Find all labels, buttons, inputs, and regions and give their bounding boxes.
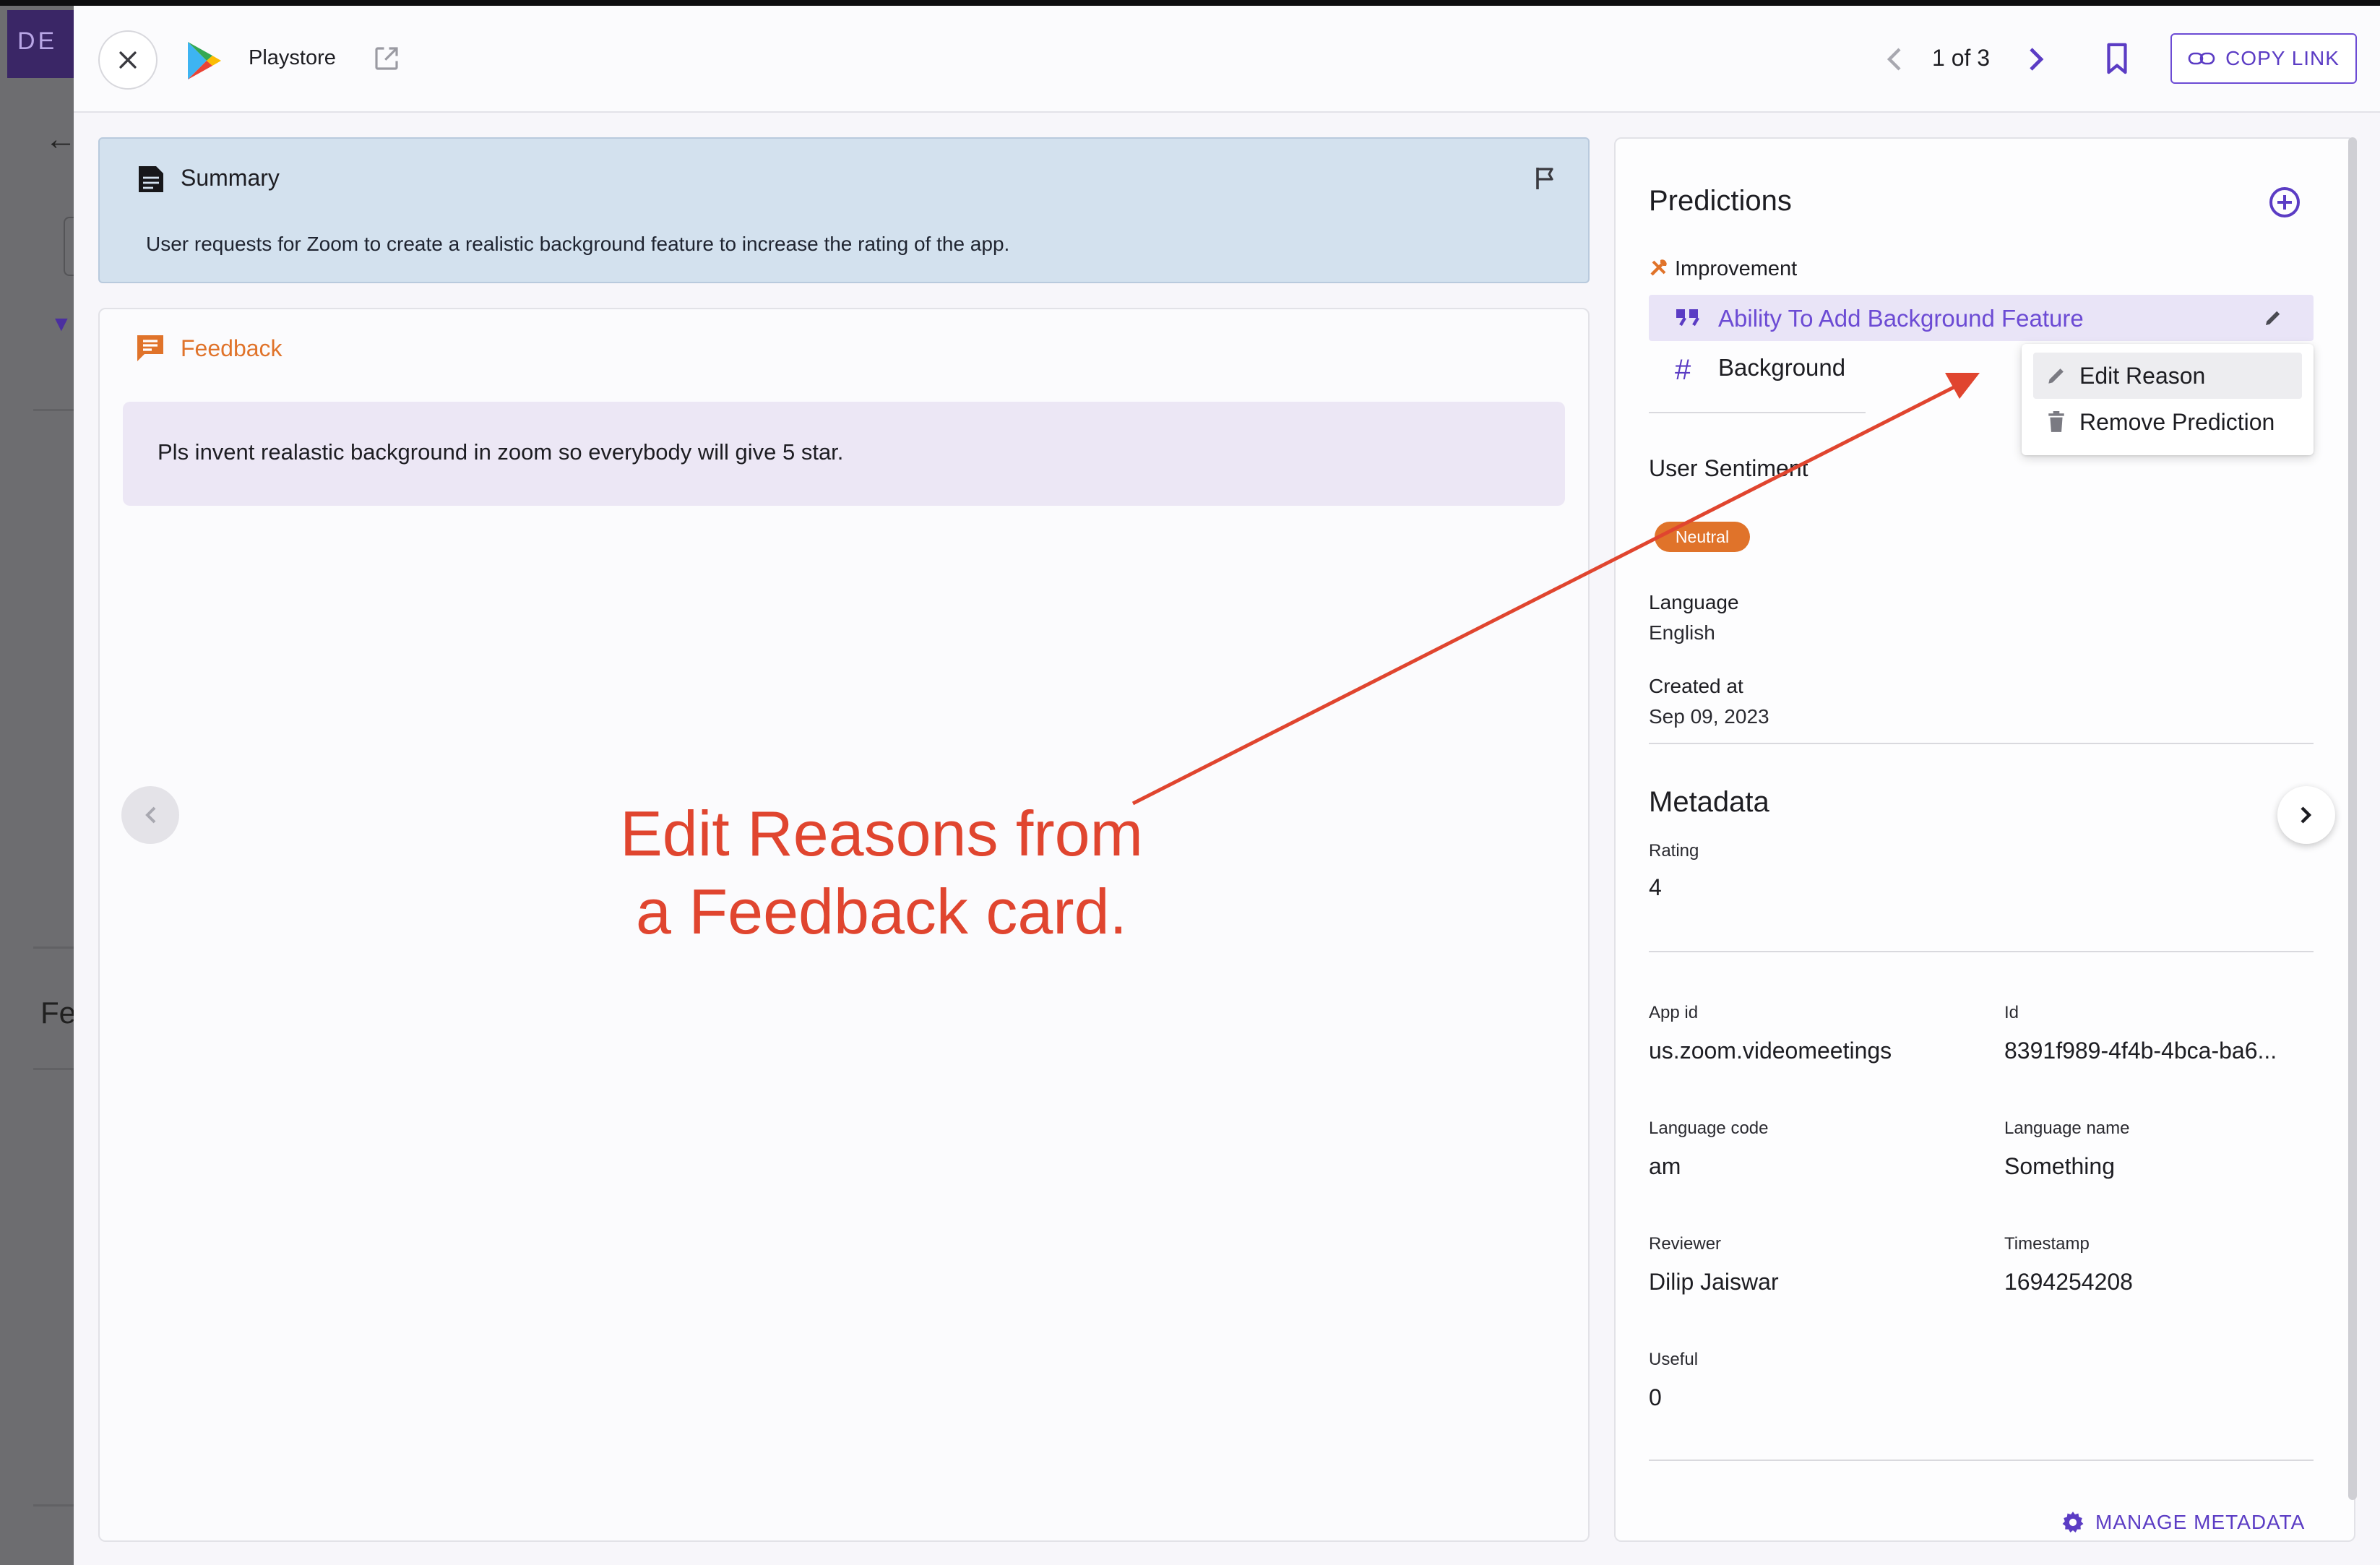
pager-text: 1 of 3 (1932, 45, 1991, 71)
background-section-label: Fe (40, 996, 77, 1030)
keyword-hash-icon: # (1675, 354, 1691, 386)
next-page-icon[interactable] (2027, 46, 2046, 72)
annotation-line-2: a Feedback card. (636, 876, 1127, 947)
background-brand: DE (7, 10, 77, 78)
rating-label: Rating (1649, 841, 1699, 861)
prediction-keyword[interactable]: Background (1718, 354, 1845, 381)
previous-page-icon[interactable] (1884, 46, 1903, 72)
copy-link-label: COPY LINK (2225, 47, 2340, 69)
metadata-field-value: Dilip Jaiswar (1649, 1269, 1779, 1295)
manage-metadata-button[interactable]: MANAGE METADATA (2061, 1510, 2305, 1535)
background-divider (33, 1504, 74, 1506)
remove-prediction-label: Remove Prediction (2079, 408, 2275, 435)
metadata-field-value: 1694254208 (2004, 1269, 2133, 1295)
panel-scrollbar[interactable] (2348, 137, 2357, 1500)
annotation-callout: Edit Reasons from a Feedback card. (564, 795, 1199, 951)
summary-card (98, 137, 1590, 283)
trash-icon (2048, 411, 2064, 432)
background-divider (33, 1068, 74, 1070)
remove-prediction-menu-item[interactable]: Remove Prediction (2033, 399, 2302, 445)
gear-icon (2062, 1512, 2084, 1533)
edit-reason-menu-item[interactable]: Edit Reason (2033, 353, 2302, 399)
background-topbar (0, 0, 2380, 6)
feedback-title: Feedback (181, 335, 283, 361)
user-sentiment-label: User Sentiment (1649, 455, 1808, 481)
pencil-icon (2048, 368, 2064, 384)
metadata-field-label: Useful (1649, 1350, 1699, 1369)
language-value: English (1649, 621, 1715, 644)
background-divider (33, 947, 74, 949)
metadata-field-label: Timestamp (2004, 1234, 2090, 1254)
annotation-line-1: Edit Reasons from (620, 798, 1143, 869)
edit-reason-label: Edit Reason (2079, 362, 2206, 389)
manage-metadata-label: MANAGE METADATA (2095, 1511, 2306, 1533)
next-feedback-button[interactable] (2277, 786, 2335, 844)
improvement-tools-icon (1650, 259, 1667, 276)
metadata-field-value: 0 (1649, 1384, 1662, 1410)
rating-value: 4 (1649, 874, 1662, 900)
metadata-field-label: Reviewer (1649, 1234, 1722, 1254)
language-label: Language (1649, 591, 1739, 613)
summary-document-icon (139, 166, 163, 192)
add-prediction-icon[interactable] (2269, 186, 2301, 218)
background-divider (33, 409, 74, 411)
quote-icon (1676, 309, 1699, 327)
metadata-field-label: Language name (2004, 1118, 2130, 1138)
metadata-field-label: Language code (1649, 1118, 1769, 1138)
feedback-text: Pls invent realastic background in zoom … (158, 439, 844, 465)
sentiment-badge: Neutral (1655, 522, 1750, 552)
copy-link-button[interactable]: COPY LINK (2170, 33, 2357, 84)
metadata-field-label: App id (1649, 1003, 1699, 1022)
created-at-value: Sep 09, 2023 (1649, 705, 1769, 728)
metadata-field-value: us.zoom.videomeetings (1649, 1038, 1892, 1064)
prediction-category: Improvement (1675, 257, 1798, 280)
predictions-title: Predictions (1649, 185, 1792, 217)
open-external-icon[interactable] (371, 43, 402, 74)
section-divider (1649, 951, 2314, 952)
close-button[interactable] (98, 30, 158, 90)
summary-title: Summary (181, 165, 280, 191)
playstore-logo-icon (188, 42, 221, 79)
chevron-left-icon (145, 806, 156, 824)
background-filter-icon: ▼ (51, 312, 72, 336)
metadata-field-value: 8391f989-4f4b-4bca-ba6... (2004, 1038, 2277, 1064)
metadata-title: Metadata (1649, 786, 1769, 818)
flag-icon[interactable] (1535, 166, 1556, 191)
source-name: Playstore (249, 46, 336, 69)
previous-feedback-button[interactable] (121, 786, 179, 844)
created-at-label: Created at (1649, 675, 1743, 697)
bookmark-icon[interactable] (2103, 42, 2131, 75)
metadata-field-value: Something (2004, 1153, 2115, 1179)
section-divider (1649, 1460, 2314, 1461)
link-icon (2188, 52, 2215, 65)
close-icon (119, 51, 137, 69)
prediction-reason[interactable]: Ability To Add Background Feature (1718, 305, 2084, 332)
feedback-message-icon (137, 335, 163, 361)
section-divider (1649, 743, 2314, 744)
metadata-field-value: am (1649, 1153, 1681, 1179)
edit-reason-pencil-icon[interactable] (2263, 308, 2283, 328)
chevron-right-icon (2301, 806, 2312, 824)
section-divider (1649, 412, 1866, 413)
summary-text: User requests for Zoom to create a reali… (146, 233, 1010, 255)
background-back-arrow-icon: ← (45, 121, 77, 157)
metadata-field-label: Id (2004, 1003, 2019, 1022)
